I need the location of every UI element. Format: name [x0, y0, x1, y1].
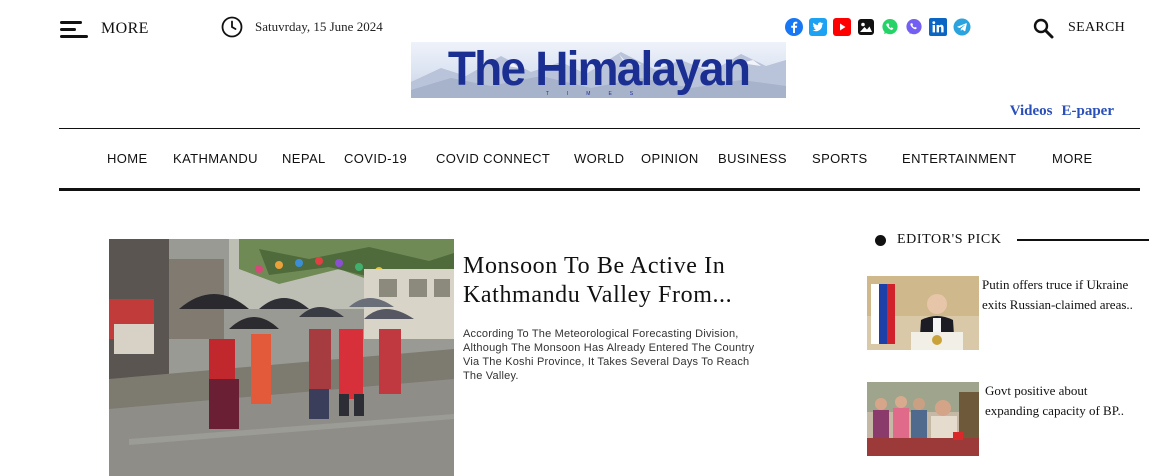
menu-toggle[interactable]: MORE [60, 16, 160, 42]
nav-sports[interactable]: SPORTS [812, 151, 868, 166]
linkedin-icon[interactable] [929, 18, 947, 36]
site-logo[interactable]: The Himalayan TIMES [411, 42, 786, 98]
youtube-icon[interactable] [833, 18, 851, 36]
nav-world[interactable]: WORLD [574, 151, 624, 166]
nav-nepal[interactable]: NEPAL [282, 151, 326, 166]
pick-title-line: Govt positive about [985, 383, 1088, 398]
nav-home[interactable]: HOME [107, 151, 148, 166]
pick-title[interactable]: Putin offers truce if Ukraine exits Russ… [982, 275, 1176, 315]
nav-entertainment[interactable]: ENTERTAINMENT [902, 151, 1017, 166]
search-label: SEARCH [1068, 20, 1126, 35]
whatsapp-icon[interactable] [881, 18, 899, 36]
pick-title-line: Putin offers truce if Ukraine [982, 277, 1129, 292]
date-display: Satuvrday, 15 June 2024 [221, 16, 383, 38]
pick-thumbnail[interactable] [867, 276, 979, 350]
editors-pick-rule [1017, 239, 1149, 241]
lead-story-title[interactable]: Monsoon To Be Active In Kathmandu Valley… [463, 252, 793, 310]
search-icon [1033, 18, 1054, 38]
social-links [785, 18, 977, 36]
clock-icon [221, 16, 243, 38]
logo-subtitle: TIMES [545, 91, 652, 97]
pick-title-line: exits Russian-claimed areas.. [982, 297, 1133, 312]
nav-kathmandu[interactable]: KATHMANDU [173, 151, 258, 166]
top-links: Videos E-paper [1010, 103, 1114, 120]
flickr-icon[interactable] [857, 18, 875, 36]
facebook-icon[interactable] [785, 18, 803, 36]
editors-pick-label: EDITOR'S PICK [897, 232, 1002, 247]
pick-title-line: expanding capacity of BP.. [985, 403, 1124, 418]
nav-covid-19[interactable]: COVID-19 [344, 151, 407, 166]
nav-covid-connect[interactable]: COVID CONNECT [436, 151, 550, 166]
nav-bottom-rule [59, 188, 1140, 191]
viber-icon[interactable] [905, 18, 923, 36]
nav-more[interactable]: MORE [1052, 151, 1093, 166]
epaper-link[interactable]: E-paper [1062, 103, 1115, 120]
telegram-icon[interactable] [953, 18, 971, 36]
date-text: Satuvrday, 15 June 2024 [255, 19, 383, 34]
bullet-dot-icon [875, 234, 886, 246]
nav-opinion[interactable]: OPINION [641, 151, 699, 166]
editors-pick-heading: EDITOR'S PICK [875, 232, 1002, 248]
menu-label: MORE [101, 20, 149, 37]
lead-story-image[interactable] [109, 239, 454, 476]
nav-business[interactable]: BUSINESS [718, 151, 787, 166]
hamburger-icon [60, 19, 88, 39]
pick-thumbnail[interactable] [867, 382, 979, 456]
twitter-icon[interactable] [809, 18, 827, 36]
pick-title[interactable]: Govt positive about expanding capacity o… [985, 381, 1170, 421]
lead-story-summary: According To The Meteorological Forecast… [463, 328, 755, 382]
videos-link[interactable]: Videos [1010, 103, 1053, 120]
nav-top-rule [59, 128, 1140, 129]
logo-title: The Himalayan [447, 42, 751, 96]
search-button[interactable]: SEARCH [1033, 16, 1125, 40]
